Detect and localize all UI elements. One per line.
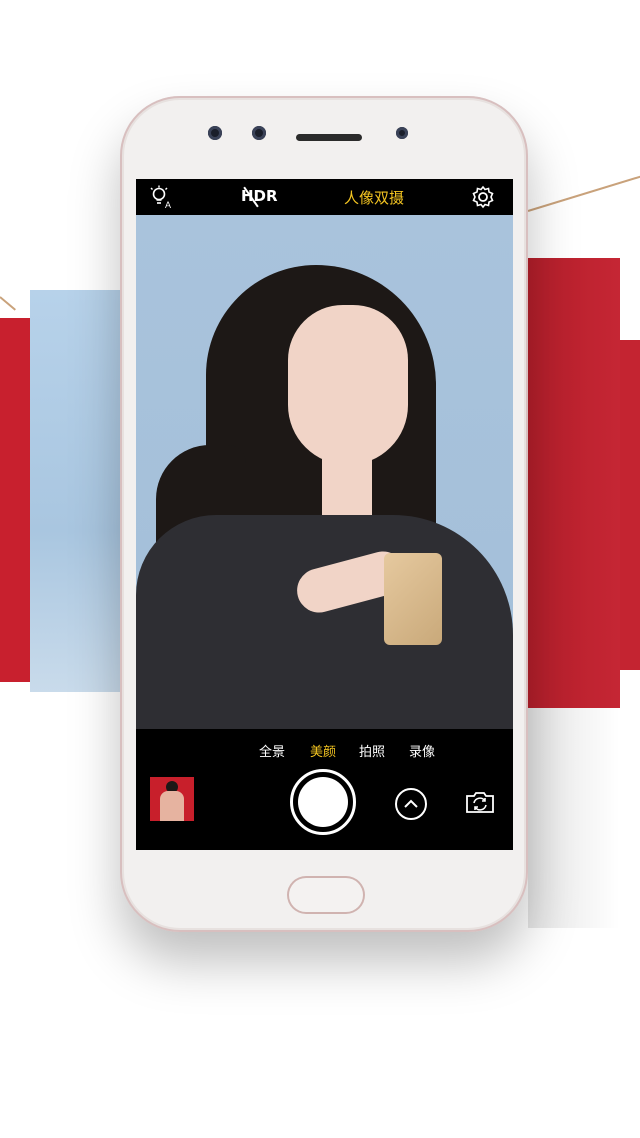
earpiece-speaker — [296, 134, 362, 141]
front-sensor — [396, 127, 408, 139]
background-rope-right — [527, 174, 640, 212]
switch-camera-icon[interactable] — [464, 789, 496, 815]
chevron-up-icon — [404, 799, 418, 808]
camera-top-bar: A HDR 人像双摄 — [136, 179, 513, 215]
expand-button[interactable] — [395, 788, 427, 820]
mode-beauty[interactable]: 美颜 — [310, 741, 336, 760]
home-button[interactable] — [287, 876, 365, 914]
portrait-jacket — [136, 515, 513, 729]
background-rope-left — [0, 296, 16, 311]
camera-viewfinder[interactable] — [136, 215, 513, 729]
background-red-panel-right — [528, 258, 620, 708]
mode-title[interactable]: 人像双摄 — [344, 187, 404, 208]
background-blue-panel-left — [30, 290, 122, 692]
front-camera-1 — [208, 126, 222, 140]
front-camera-2 — [252, 126, 266, 140]
camera-screen: A HDR 人像双摄 全景 美颜 拍照 录像 — [136, 179, 513, 850]
gear-icon[interactable] — [470, 185, 496, 209]
background-red-panel-left — [0, 318, 30, 682]
portrait-face — [288, 305, 408, 465]
mode-panorama[interactable]: 全景 — [259, 741, 285, 760]
shutter-button[interactable] — [290, 769, 356, 835]
mode-video[interactable]: 录像 — [409, 741, 435, 760]
thumbnail-body — [160, 791, 184, 821]
background-shadow — [528, 708, 620, 928]
auto-flash-icon[interactable]: A — [148, 185, 174, 209]
gallery-thumbnail[interactable] — [150, 777, 194, 821]
svg-text:A: A — [165, 200, 171, 209]
phone-in-pocket — [384, 553, 442, 645]
mode-photo[interactable]: 拍照 — [359, 741, 385, 760]
background-red-panel-far-right — [620, 340, 640, 670]
camera-bottom-bar: 全景 美颜 拍照 录像 — [136, 729, 513, 850]
